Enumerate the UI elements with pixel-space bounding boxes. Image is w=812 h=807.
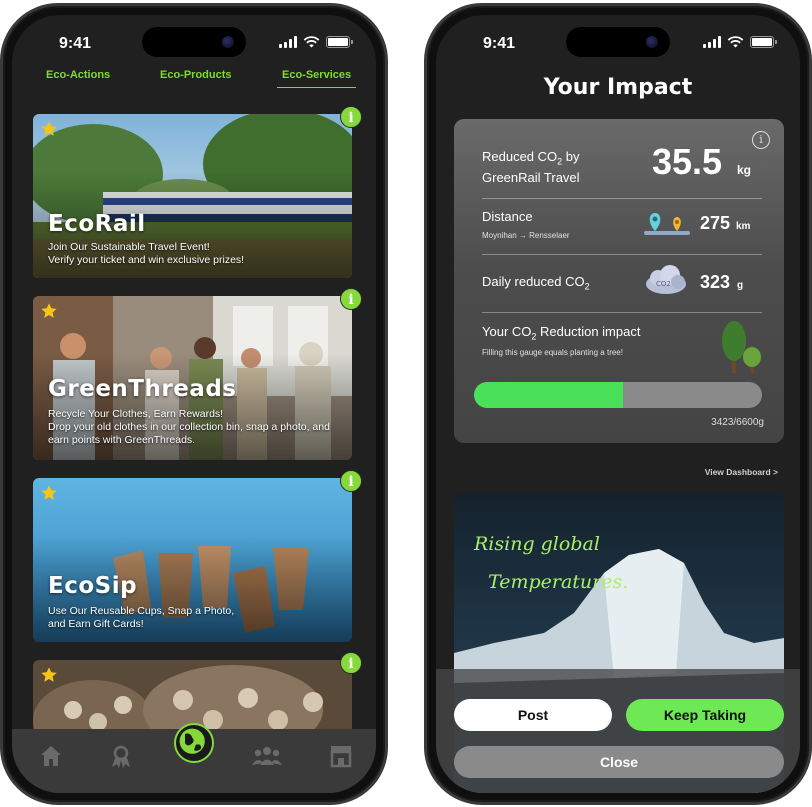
wifi-icon [727, 36, 744, 48]
card-title: EcoSip [48, 573, 138, 599]
status-icons [279, 36, 353, 48]
info-icon[interactable]: i [340, 652, 362, 674]
cloud-icon: CO2 [646, 265, 686, 294]
wifi-icon [303, 36, 320, 48]
home-icon[interactable] [38, 743, 64, 769]
phone-left: 9:41 Eco-Actions Eco-Products Eco-Servic… [0, 3, 388, 805]
route-label: Moynihan → Rensselaer [482, 231, 570, 240]
distance-value: 275 [700, 213, 731, 233]
gauge-value: 3423/6600g [711, 417, 764, 428]
bottom-nav [12, 723, 376, 793]
view-dashboard-link[interactable]: View Dashboard > [705, 467, 778, 477]
daily-co2-label: Daily reduced CO2 [482, 274, 590, 292]
reduction-impact-label: Your CO2 Reduction impact [482, 324, 641, 342]
info-icon[interactable]: i [340, 106, 362, 128]
battery-icon [750, 36, 777, 48]
star-icon[interactable] [40, 120, 58, 138]
reduction-gauge [474, 382, 762, 408]
tab-eco-products[interactable]: Eco-Products [160, 69, 232, 81]
signal-icon [279, 36, 297, 48]
distance-unit: km [736, 221, 751, 232]
category-tabs: Eco-Actions Eco-Products Eco-Services [32, 69, 357, 93]
store-icon[interactable] [328, 743, 354, 769]
info-icon[interactable]: i [752, 131, 770, 149]
card-ecorail[interactable]: EcoRail Join Our Sustainable Travel Even… [33, 114, 352, 278]
svg-text:CO2: CO2 [656, 280, 671, 288]
reduced-co2-value: 35.5 [652, 141, 723, 182]
status-time: 9:41 [483, 35, 516, 52]
star-icon[interactable] [40, 302, 58, 320]
signal-icon [703, 36, 721, 48]
post-button[interactable]: Post [454, 699, 612, 731]
card-ecosip[interactable]: EcoSip Use Our Reusable Cups, Snap a Pho… [33, 478, 352, 642]
star-icon[interactable] [40, 484, 58, 502]
info-icon[interactable]: i [340, 288, 362, 310]
tab-eco-services[interactable]: Eco-Services [277, 69, 357, 88]
achievements-icon[interactable] [108, 743, 134, 769]
route-pins-icon [644, 213, 690, 235]
daily-co2-value: 323 [700, 272, 731, 292]
card-desc: Recycle Your Clothes, Earn Rewards! Drop… [48, 408, 330, 446]
dynamic-island [566, 27, 670, 57]
gauge-fill [474, 382, 624, 408]
status-icons [703, 36, 777, 48]
info-icon[interactable]: i [340, 470, 362, 492]
status-time: 9:41 [59, 35, 92, 52]
reduced-co2-label: Reduced CO2 by GreenRail Travel [482, 149, 580, 185]
tree-icon [722, 321, 761, 373]
close-button[interactable]: Close [454, 746, 784, 778]
phone-right: 9:41 Your Impact i Reduced CO2 by GreenR… [424, 3, 812, 805]
reduced-co2-unit: kg [737, 163, 752, 177]
star-icon[interactable] [40, 666, 58, 684]
daily-co2-unit: g [737, 280, 744, 291]
earth-icon [179, 728, 205, 754]
card-title: GreenThreads [48, 376, 237, 402]
keep-taking-button[interactable]: Keep Taking [626, 699, 784, 731]
distance-label: Distance [482, 209, 533, 224]
impact-note: Filling this gauge equals planting a tre… [482, 348, 623, 357]
tab-eco-actions[interactable]: Eco-Actions [46, 69, 110, 81]
community-icon[interactable] [252, 743, 282, 769]
earth-button[interactable] [174, 723, 214, 763]
card-desc: Join Our Sustainable Travel Event! Verif… [48, 241, 245, 266]
card-greenthreads[interactable]: GreenThreads Recycle Your Clothes, Earn … [33, 296, 352, 460]
photo-caption-2: Temperatures. [488, 571, 629, 593]
impact-screen: 9:41 Your Impact i Reduced CO2 by GreenR… [436, 15, 800, 793]
card-desc: Use Our Reusable Cups, Snap a Photo, and… [48, 605, 235, 630]
page-title: Your Impact [543, 75, 693, 100]
eco-services-screen: 9:41 Eco-Actions Eco-Products Eco-Servic… [12, 15, 376, 793]
impact-panel: i Reduced CO2 by GreenRail Travel 35.5 k… [454, 119, 784, 443]
photo-caption-1: Rising global [474, 533, 600, 555]
card-title: EcoRail [48, 211, 146, 237]
battery-icon [326, 36, 353, 48]
dynamic-island [142, 27, 246, 57]
